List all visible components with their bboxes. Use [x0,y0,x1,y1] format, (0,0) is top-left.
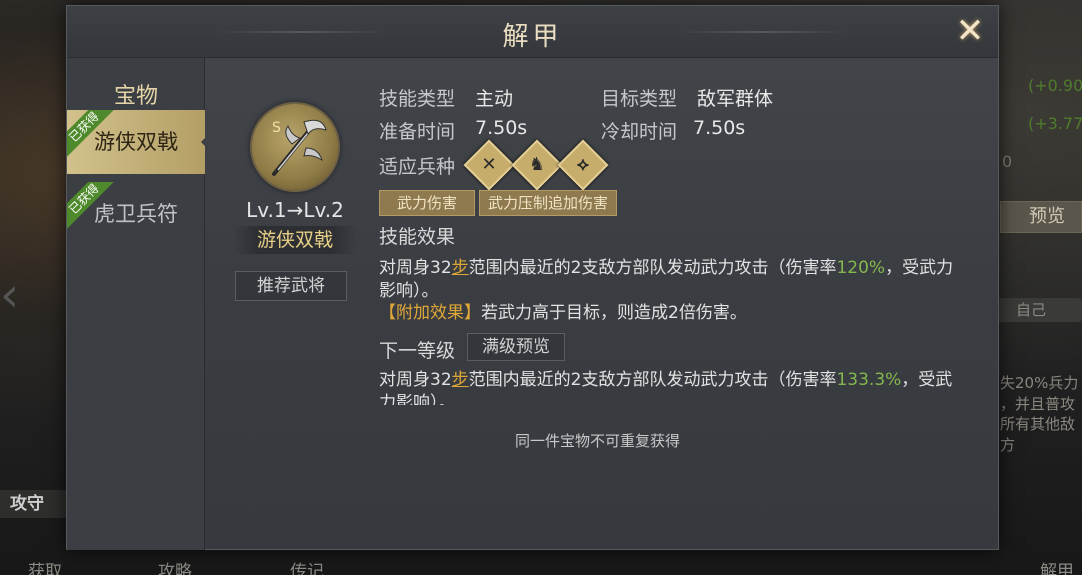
skill-type-label: 技能类型 [379,88,456,110]
left-arrow-icon: ‹ [0,267,20,323]
target-type-label: 目标类型 [601,88,678,110]
bg-text-line-3: 所有其他敌方 [1000,415,1076,454]
active-indicator-icon [201,134,205,150]
cooldown-label: 冷却时间 [601,121,678,143]
bg-stat-3: 0 [1002,152,1013,171]
item-level-text: Lv.1→Lv.2 [246,198,344,222]
bow-icon: ⟡ [557,139,609,191]
damage-tag: 武力伤害 [379,190,475,216]
bg-bottom-item: 获取 [28,562,62,575]
item-name: 游侠双戟 [233,226,357,254]
bg-bottom-item: 攻略 [158,562,192,575]
horse-head-icon: ♞ [511,139,563,191]
next-level-text-scroll[interactable]: 对周身32步范围内最近的2支敌方部队发动武力攻击（伤害率133.3%，受武力影响… [379,367,979,405]
bg-bottom-item: 传记 [290,562,324,575]
prep-time-label: 准备时间 [379,121,456,143]
sidebar-item-label: 虎卫兵符 [94,202,178,226]
skill-effect-title: 技能效果 [379,226,456,248]
prep-time-value: 7.50s [475,117,528,139]
skill-effect-text: 对周身32步范围内最近的2支敌方部队发动武力攻击（伤害率120%，受武力影响）。 [379,258,954,301]
dialog-title: 解甲 [502,22,563,52]
target-type-value: 敌军群体 [697,88,774,110]
bg-stat-1: (+0.90 [1028,76,1082,95]
bg-bottom-item: 解甲 [1040,562,1074,575]
bg-text-line-1: 失20%兵力 [1000,374,1079,392]
bg-stat-2: (+3.77 [1028,114,1082,133]
treasure-sidebar: 宝物 已获得 游侠双戟 已获得 虎卫兵符 [67,58,205,550]
sidebar-title: 宝物 [113,84,158,109]
sidebar-item-label: 游侠双戟 [94,130,178,154]
troop-type-label: 适应兵种 [379,156,456,178]
svg-text:S: S [272,120,281,136]
duplicate-note: 同一件宝物不可重复获得 [514,432,680,450]
close-x-icon: ✕ [955,11,985,51]
retire-dialog: 解甲 ✕ 宝物 已获得 游侠双戟 已获得 虎卫兵符 S Lv.1→Lv.2 游侠… [66,5,999,550]
next-level-effect-text: 对周身32步范围内最近的2支敌方部队发动武力攻击（伤害率133.3%，受武力影响… [379,370,953,405]
bg-self-pill: 自己 [994,298,1082,322]
max-level-preview-button[interactable]: 满级预览 [467,333,565,361]
damage-tag: 武力压制追加伤害 [479,190,617,216]
recommend-general-button[interactable]: 推荐武将 [235,271,347,301]
bg-preview-button: 预览 [1000,201,1082,233]
skill-type-value: 主动 [475,88,514,110]
bg-bottom-bar: 获取 攻略 传记 解甲 [0,557,1082,575]
dialog-titlebar: 解甲 ✕ [67,6,998,58]
bg-text-line-2: ，并且普攻 [1000,395,1076,413]
title-ornament-right [678,31,848,33]
sidebar-item-youxia-shuangji[interactable]: 已获得 游侠双戟 [67,110,205,174]
next-level-label: 下一等级 [379,340,456,362]
bonus-effect-text: 【附加效果】若武力高于目标，则造成2倍伤害。 [379,303,747,323]
cooldown-value: 7.50s [693,117,746,139]
crossed-spears-icon: ✕ [463,139,515,191]
close-button[interactable]: ✕ [952,14,988,50]
bg-attack-defense-label: 攻守 [0,490,66,518]
twin-halberd-icon: S [250,102,340,192]
sidebar-item-huwei-bingfu[interactable]: 已获得 虎卫兵符 [67,182,205,246]
